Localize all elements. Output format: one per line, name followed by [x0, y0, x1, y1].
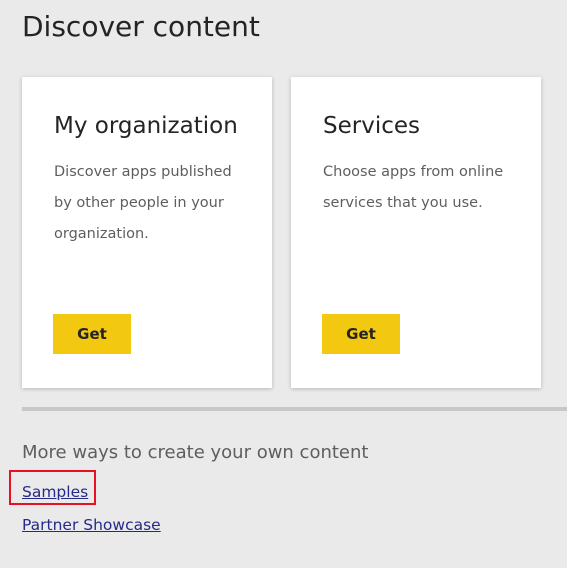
card-title: My organization: [54, 113, 238, 139]
card-my-organization: My organization Discover apps published …: [22, 77, 272, 388]
get-button-my-organization[interactable]: Get: [53, 314, 131, 354]
page-title: Discover content: [22, 10, 260, 43]
card-description: Choose apps from online services that yo…: [323, 164, 504, 211]
more-ways-heading: More ways to create your own content: [22, 442, 369, 463]
card-services: Services Choose apps from online service…: [291, 77, 541, 388]
card-description: Discover apps published by other people …: [54, 164, 232, 242]
card-title: Services: [323, 113, 420, 139]
section-divider: [22, 407, 567, 411]
get-button-services[interactable]: Get: [322, 314, 400, 354]
partner-showcase-link[interactable]: Partner Showcase: [22, 514, 161, 536]
samples-link[interactable]: Samples: [22, 481, 88, 503]
